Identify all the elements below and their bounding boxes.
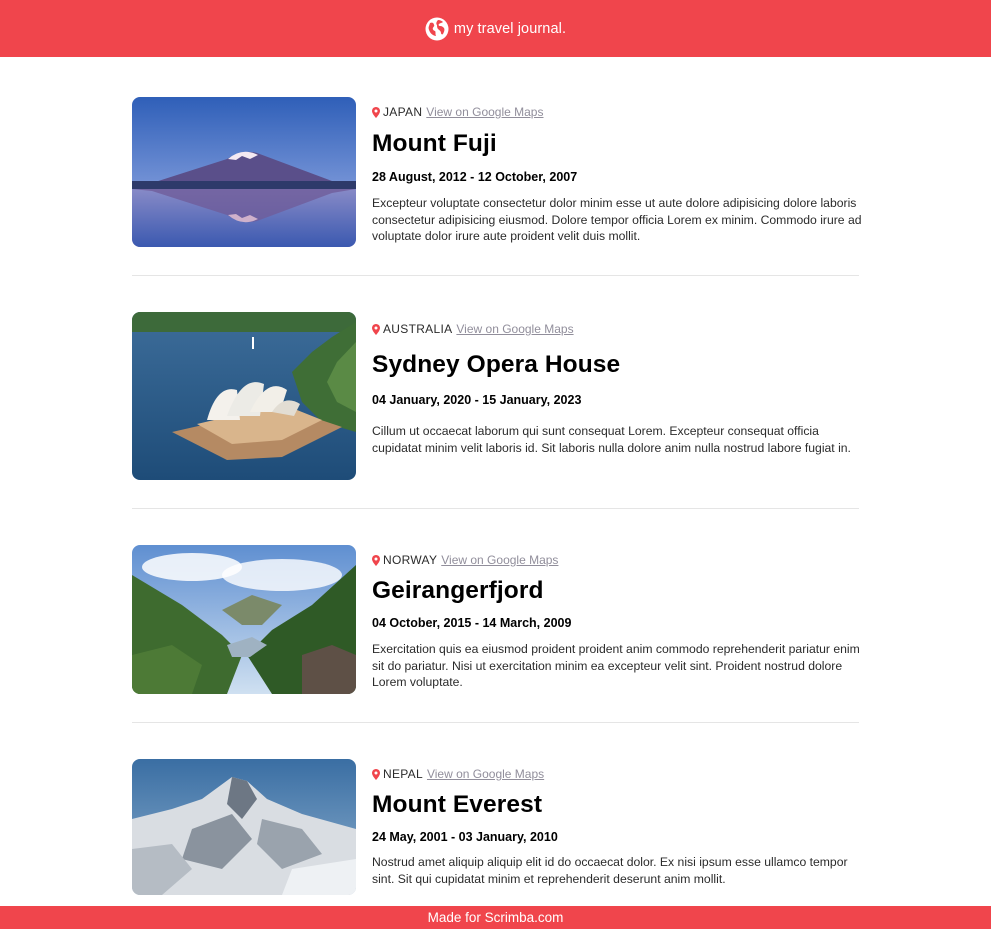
entry-description: Excepteur voluptate consectetur dolor mi…	[372, 196, 862, 243]
app-footer: Made for Scrimba.com	[0, 906, 991, 929]
entry-description: Exercitation quis ea eiusmod proident pr…	[372, 642, 860, 689]
place-title: Mount Fuji	[372, 130, 497, 157]
trip-dates: 04 January, 2020 - 15 January, 2023	[372, 393, 582, 407]
google-maps-link[interactable]: View on Google Maps	[426, 105, 543, 119]
entry-info: Nepal View on Google Maps Mount Everest …	[372, 759, 862, 887]
entry-info: Norway View on Google Maps Geirangerfjor…	[372, 545, 862, 691]
journal-entry: Nepal View on Google Maps Mount Everest …	[132, 759, 859, 895]
trip-dates: 24 May, 2001 - 03 January, 2010	[372, 830, 558, 844]
entry-info: Australia View on Google Maps Sydney Ope…	[372, 312, 862, 456]
location-pin-icon	[372, 768, 380, 780]
app-header: my travel journal.	[0, 0, 991, 57]
entry-divider	[132, 275, 859, 276]
journal-entry: Norway View on Google Maps Geirangerfjor…	[132, 545, 862, 694]
google-maps-link[interactable]: View on Google Maps	[427, 767, 544, 781]
journal-entry: Japan View on Google Maps Mount Fuji 28 …	[132, 97, 862, 247]
entry-description: Cillum ut occaecat laborum qui sunt cons…	[372, 424, 851, 455]
entry-info: Japan View on Google Maps Mount Fuji 28 …	[372, 97, 862, 245]
entry-divider	[132, 722, 859, 723]
geirangerfjord-photo	[132, 545, 356, 694]
place-title: Sydney Opera House	[372, 351, 621, 378]
google-maps-link[interactable]: View on Google Maps	[441, 553, 558, 567]
country-label: Nepal	[383, 767, 423, 781]
location-pin-icon	[372, 323, 380, 335]
location-row: Australia View on Google Maps	[372, 321, 862, 337]
entry-description: Nostrud amet aliquip aliquip elit id do …	[372, 855, 848, 886]
place-title: Mount Everest	[372, 791, 543, 818]
country-label: Australia	[383, 322, 453, 336]
journal-entry: Australia View on Google Maps Sydney Ope…	[132, 312, 859, 480]
country-label: Japan	[383, 105, 423, 119]
location-row: Norway View on Google Maps	[372, 552, 862, 568]
location-pin-icon	[372, 554, 380, 566]
footer-text: Made for Scrimba.com	[427, 910, 564, 925]
app-title: my travel journal.	[453, 20, 567, 37]
entry-divider	[132, 508, 859, 509]
trip-dates: 28 August, 2012 - 12 October, 2007	[372, 170, 578, 184]
location-row: Japan View on Google Maps	[372, 104, 862, 120]
sydney-opera-house-photo	[132, 312, 356, 480]
place-title: Geirangerfjord	[372, 577, 544, 604]
google-maps-link[interactable]: View on Google Maps	[456, 322, 573, 336]
country-label: Norway	[383, 553, 438, 567]
mount-everest-photo	[132, 759, 356, 895]
mount-fuji-photo	[132, 97, 356, 247]
location-pin-icon	[372, 106, 380, 118]
trip-dates: 04 October, 2015 - 14 March, 2009	[372, 616, 572, 630]
location-row: Nepal View on Google Maps	[372, 766, 862, 782]
globe-icon	[425, 17, 449, 40]
